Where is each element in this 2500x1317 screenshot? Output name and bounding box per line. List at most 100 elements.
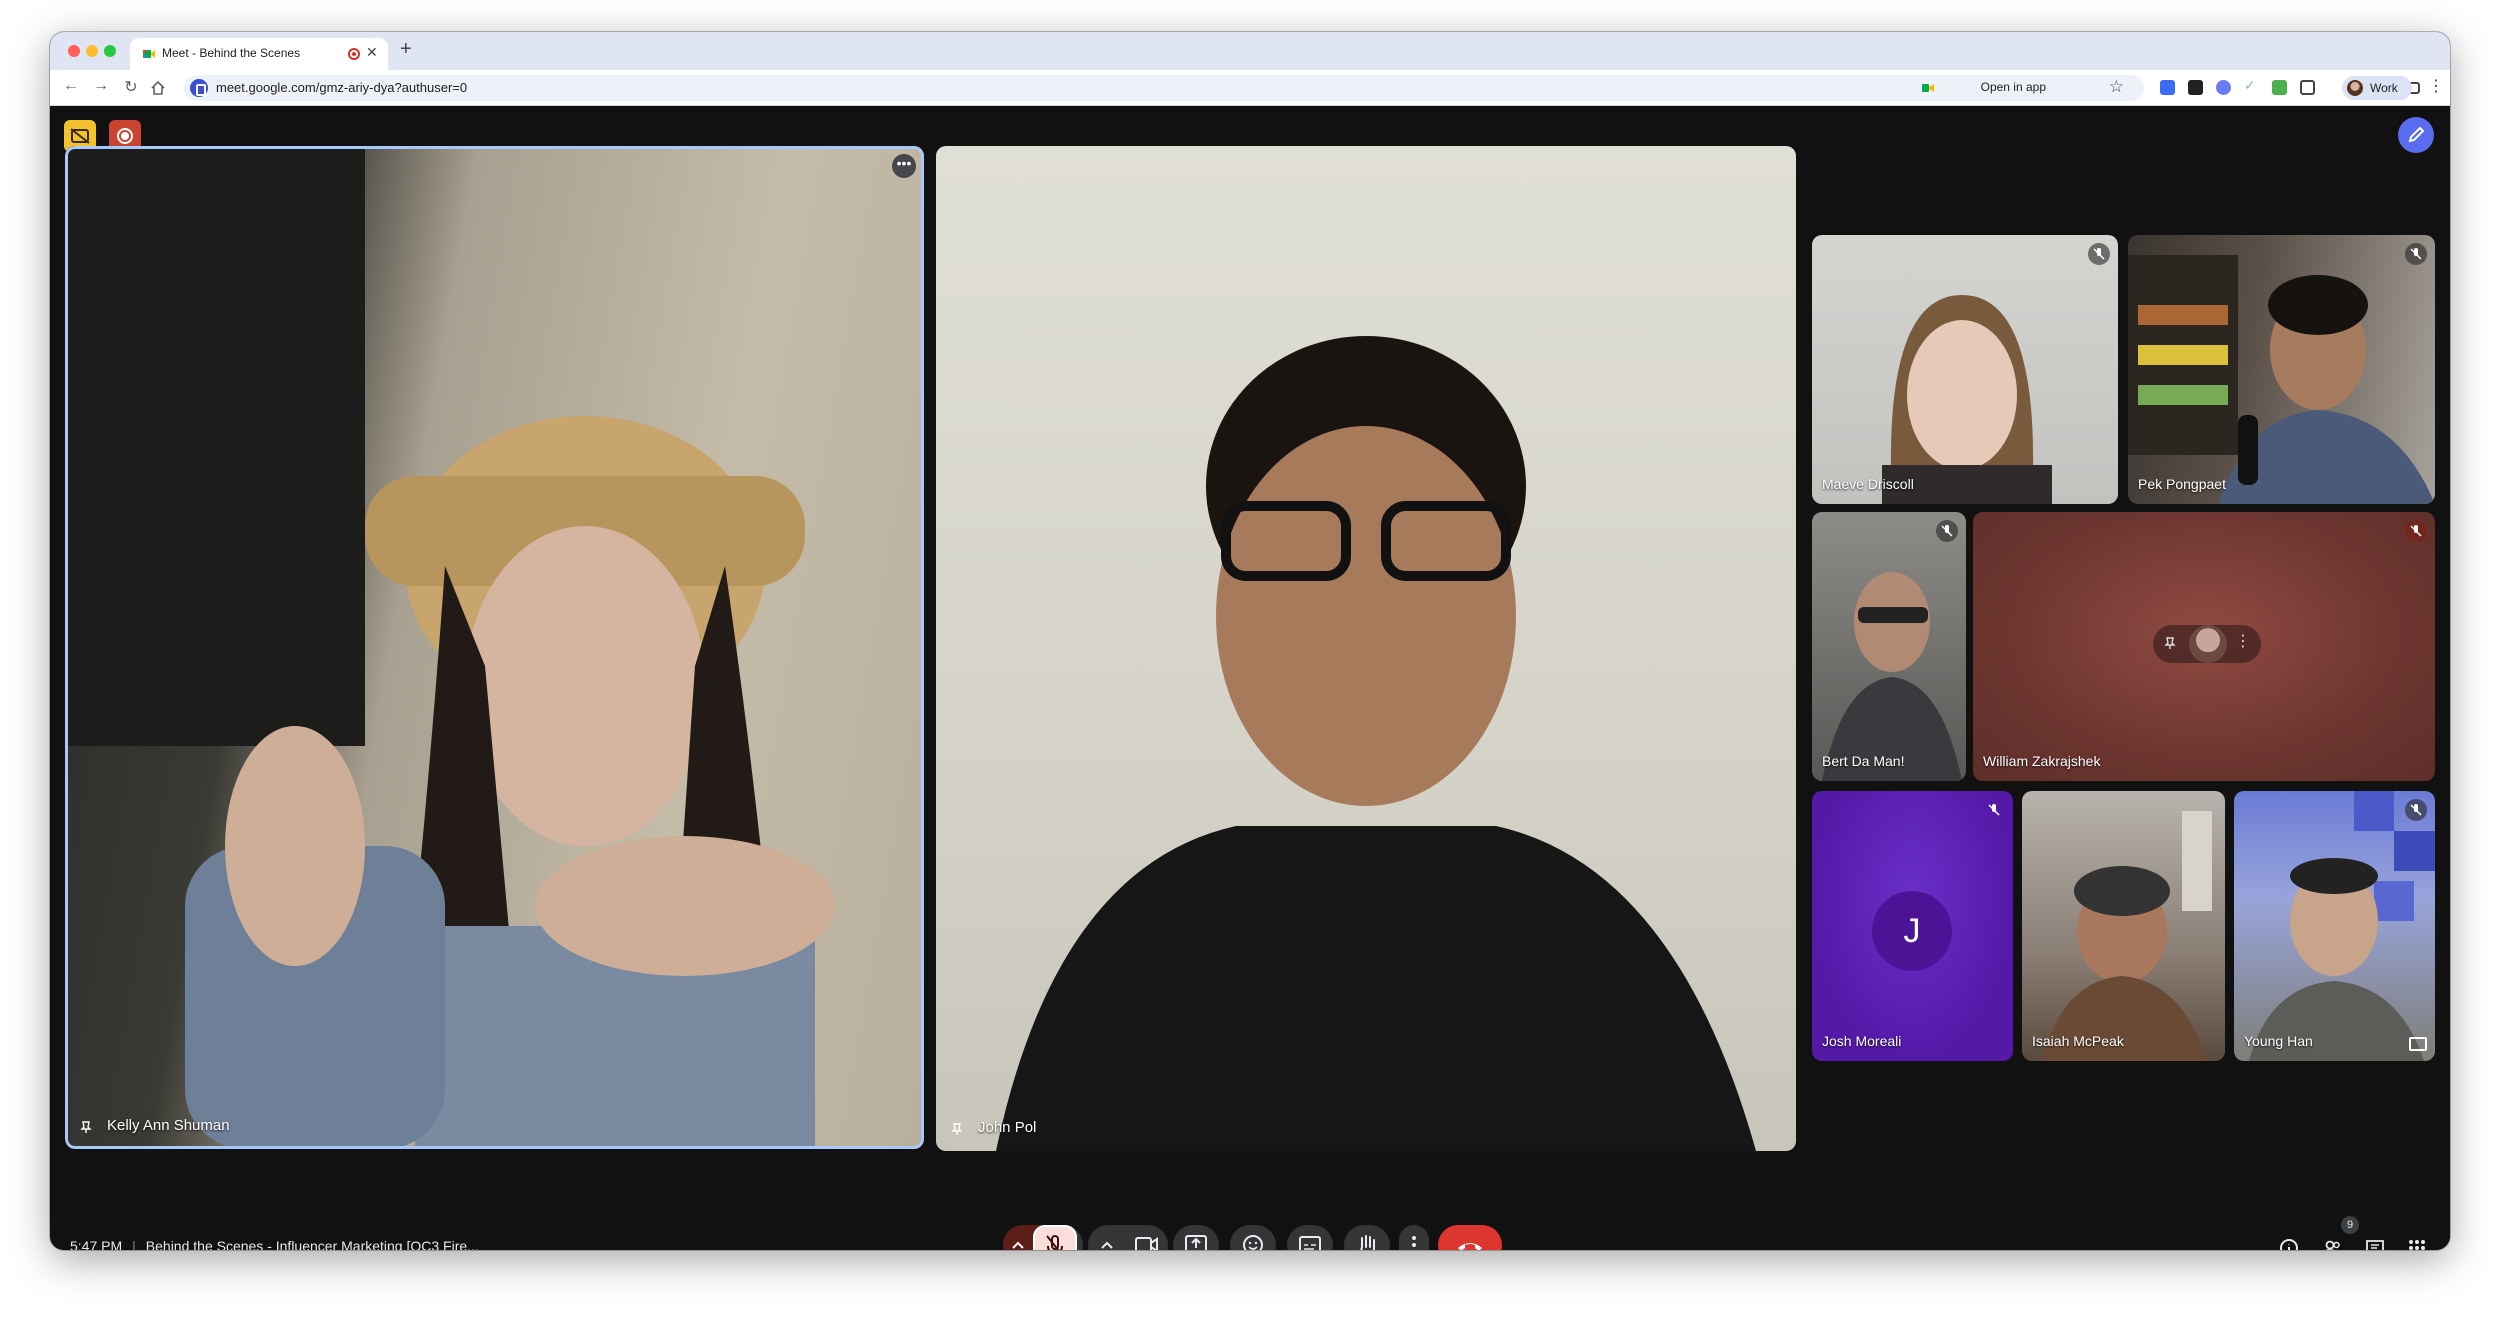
captions-icon xyxy=(1299,1236,1321,1250)
tile-more-options-button[interactable]: ••• xyxy=(892,154,916,178)
mic-off-icon xyxy=(2405,520,2427,542)
tab-meet[interactable]: Meet - Behind the Scenes ✕ xyxy=(130,38,388,70)
present-icon xyxy=(1185,1235,1207,1250)
raise-hand-button[interactable] xyxy=(1344,1225,1390,1250)
meet-favicon-icon xyxy=(143,50,155,58)
reload-icon[interactable]: ↻ xyxy=(120,77,142,97)
present-button[interactable] xyxy=(1173,1225,1219,1250)
participant-name: Kelly Ann Shuman xyxy=(107,1117,230,1134)
reactions-button[interactable] xyxy=(1230,1225,1276,1250)
pen-button[interactable] xyxy=(2398,117,2434,153)
mic-off-icon xyxy=(1936,520,1958,542)
home-icon[interactable] xyxy=(150,80,166,96)
pin-icon[interactable] xyxy=(950,1122,964,1136)
chat-icon[interactable] xyxy=(2364,1237,2386,1250)
video-feed xyxy=(2249,791,2435,1061)
video-feed xyxy=(1882,295,2052,504)
meet-content: Kelly Ann Shuman ••• John Pol Maeve Dris… xyxy=(50,107,2450,1250)
mic-off-icon xyxy=(2405,799,2427,821)
camera-icon[interactable] xyxy=(1126,1225,1166,1250)
clock-time: 5:47 PM xyxy=(70,1238,123,1250)
browser-window: Meet - Behind the Scenes ✕ + ← → ↻ meet.… xyxy=(50,32,2450,1250)
participant-tile-young[interactable]: Young Han xyxy=(2234,791,2435,1061)
tab-strip: Meet - Behind the Scenes ✕ + xyxy=(50,32,2450,70)
participant-name: Young Han xyxy=(2244,1033,2313,1049)
pen-icon xyxy=(2408,126,2425,143)
mic-off-icon xyxy=(2088,243,2110,265)
video-feed xyxy=(996,336,1756,1151)
participant-hover-controls[interactable]: ⋮ xyxy=(2153,625,2261,663)
video-feed xyxy=(2128,255,2435,504)
participant-name: Bert Da Man! xyxy=(1822,753,1905,769)
avatar xyxy=(2189,625,2227,663)
participant-name: Josh Moreali xyxy=(1822,1033,1902,1049)
participant-tile-bert[interactable]: Bert Da Man! xyxy=(1812,512,1966,781)
plus-icon[interactable]: + xyxy=(400,38,412,61)
participant-tile-josh[interactable]: J Josh Moreali xyxy=(1812,791,2013,1061)
end-call-icon xyxy=(1458,1243,1482,1250)
info-icon[interactable] xyxy=(2278,1237,2300,1250)
participant-tile-isaiah[interactable]: Isaiah McPeak xyxy=(2022,791,2225,1061)
extension-check-icon[interactable]: ✓ xyxy=(2244,77,2259,93)
mic-off-icon xyxy=(1983,799,2005,821)
tab-title: Meet - Behind the Scenes xyxy=(162,46,301,60)
participant-name: William Zakrajshek xyxy=(1983,753,2101,769)
site-info-icon[interactable] xyxy=(190,79,208,97)
mic-off-icon xyxy=(2405,243,2427,265)
url-text: meet.google.com/gmz-ariy-dya?authuser=0 xyxy=(216,80,468,95)
profile-label: Work xyxy=(2370,81,2398,95)
separator: | xyxy=(132,1238,136,1250)
open-in-app-button[interactable]: Open in app xyxy=(1981,80,2046,94)
star-icon[interactable]: ☆ xyxy=(2109,77,2124,97)
people-icon[interactable] xyxy=(2321,1237,2343,1250)
profile-button[interactable]: Work xyxy=(2342,76,2412,100)
emoji-icon xyxy=(1243,1235,1263,1250)
pin-icon[interactable] xyxy=(2163,636,2177,650)
participant-name: Maeve Driscoll xyxy=(1822,476,1914,492)
window-zoom-button[interactable] xyxy=(104,45,116,57)
extension-5-icon[interactable] xyxy=(2272,80,2287,95)
chevron-up-icon[interactable] xyxy=(1092,1225,1122,1250)
more-vert-icon[interactable]: ⋮ xyxy=(2235,631,2251,651)
participant-name: John Pol xyxy=(978,1119,1037,1136)
extensions-puzzle-icon[interactable] xyxy=(2300,80,2315,95)
captions-button[interactable] xyxy=(1287,1225,1333,1250)
more-options-button[interactable] xyxy=(1399,1225,1429,1250)
participant-tile-maeve[interactable]: Maeve Driscoll xyxy=(1812,235,2118,504)
participant-tile-pek[interactable]: Pek Pongpaet xyxy=(2128,235,2435,504)
participant-name: Pek Pongpaet xyxy=(2138,476,2226,492)
extension-layers-icon[interactable] xyxy=(2188,80,2203,95)
present-icon xyxy=(2409,1037,2427,1051)
window-minimize-button[interactable] xyxy=(86,45,98,57)
meet-app-icon xyxy=(1922,84,1934,92)
participant-tile-john[interactable]: John Pol xyxy=(936,146,1796,1151)
chevron-up-icon xyxy=(1012,1241,1024,1249)
extension-1-icon[interactable] xyxy=(2160,80,2175,95)
address-bar[interactable]: meet.google.com/gmz-ariy-dya?authuser=0 … xyxy=(184,75,2144,101)
mic-toggle-button[interactable] xyxy=(1033,1225,1077,1250)
video-feed xyxy=(1822,572,1962,781)
camera-control-group xyxy=(1088,1225,1168,1250)
meeting-info: 5:47 PM | Behind the Scenes - Influencer M… xyxy=(70,1238,479,1250)
people-count-badge: 9 xyxy=(2341,1216,2359,1234)
forward-arrow-icon[interactable]: → xyxy=(90,77,112,95)
back-arrow-icon[interactable]: ← xyxy=(60,77,82,95)
recording-indicator-icon xyxy=(348,48,360,60)
participant-tile-kelly[interactable]: Kelly Ann Shuman ••• xyxy=(65,146,924,1149)
apps-grid-icon[interactable] xyxy=(2406,1237,2428,1250)
meeting-title: Behind the Scenes - Influencer Marketing… xyxy=(145,1238,479,1250)
window-close-button[interactable] xyxy=(68,45,80,57)
raise-hand-icon xyxy=(1360,1235,1375,1250)
leave-call-button[interactable] xyxy=(1438,1225,1502,1250)
avatar: J xyxy=(1872,891,1952,971)
more-vert-icon xyxy=(1412,1236,1416,1247)
pin-icon[interactable] xyxy=(79,1120,93,1134)
video-feed xyxy=(65,146,835,1149)
avatar xyxy=(2347,80,2363,96)
close-icon[interactable]: ✕ xyxy=(366,44,378,61)
video-feed xyxy=(2042,811,2212,1061)
participant-tile-william[interactable]: ⋮ William Zakrajshek xyxy=(1973,512,2435,781)
extension-3-icon[interactable] xyxy=(2216,80,2231,95)
mic-off-icon xyxy=(1046,1235,1063,1250)
more-vert-icon[interactable]: ⋮ xyxy=(2428,76,2444,96)
